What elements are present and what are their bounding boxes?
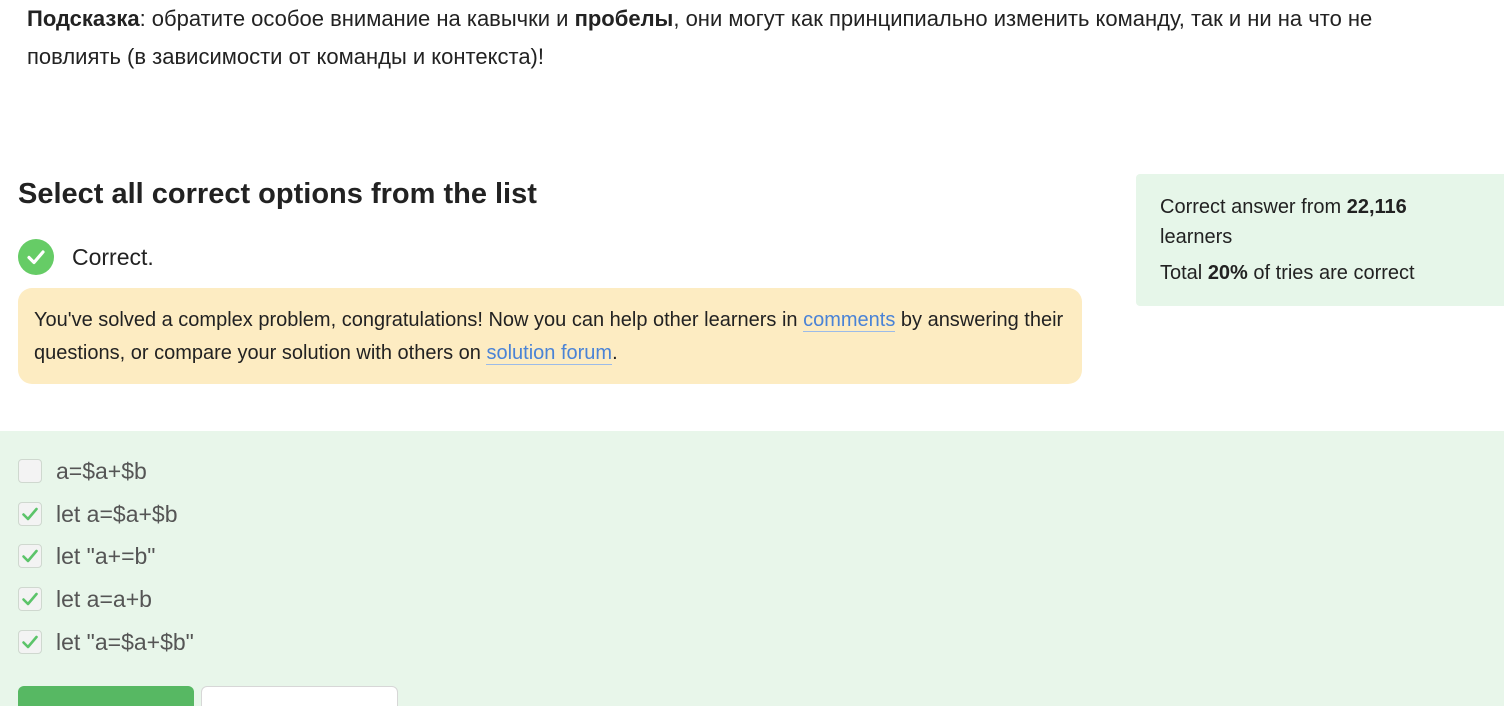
checkbox[interactable] — [18, 587, 42, 611]
secondary-button[interactable] — [201, 686, 398, 706]
checkbox[interactable] — [18, 630, 42, 654]
option-item[interactable]: a=$a+$b — [18, 456, 147, 486]
correct-percent: 20% — [1207, 262, 1248, 284]
hint-label: Подсказка — [27, 6, 140, 31]
option-label: let a=a+b — [56, 585, 152, 612]
congrats-message: You've solved a complex problem, congrat… — [18, 288, 1082, 384]
option-label: let a=$a+$b — [56, 500, 178, 527]
option-item[interactable]: let a=a+b — [18, 584, 152, 614]
option-label: let "a=$a+$b" — [56, 628, 194, 655]
hint-text-a: : обратите особое внимание на кавычки и — [139, 6, 575, 31]
stats-text: Correct answer from — [1160, 196, 1347, 218]
hint-paragraph: Подсказка: обратите особое внимание на к… — [27, 0, 1467, 76]
checkbox[interactable] — [18, 502, 42, 526]
stats-line-learners: Correct answer from 22,116 learners — [1160, 192, 1480, 252]
stats-text: Total — [1160, 262, 1208, 284]
page: Подсказка: обратите особое внимание на к… — [0, 0, 1504, 706]
stats-line-tries: Total 20% of tries are correct — [1160, 258, 1480, 288]
check-mark-icon — [22, 592, 38, 606]
check-mark-icon — [22, 635, 38, 649]
learners-count: 22,116 — [1346, 196, 1407, 218]
congrats-text-a: You've solved a complex problem, congrat… — [34, 309, 804, 331]
option-item[interactable]: let "a+=b" — [18, 541, 155, 571]
stats-text-learners: learners — [1160, 226, 1233, 248]
option-item[interactable]: let a=$a+$b — [18, 499, 178, 529]
checkbox[interactable] — [18, 544, 42, 568]
option-label: let "a+=b" — [56, 542, 156, 569]
status-text: Correct. — [72, 243, 154, 270]
option-label: a=$a+$b — [56, 457, 147, 484]
submit-button[interactable] — [18, 686, 194, 706]
stats-text: of tries are correct — [1247, 262, 1415, 284]
hint-emphasis: пробелы — [574, 6, 674, 31]
check-mark-icon — [22, 507, 38, 521]
congrats-text-c: . — [612, 342, 618, 364]
comments-link[interactable]: comments — [803, 309, 896, 332]
solution-forum-link[interactable]: solution forum — [486, 342, 613, 365]
check-circle-icon — [18, 239, 54, 275]
option-item[interactable]: let "a=$a+$b" — [18, 627, 194, 657]
status-row: Correct. — [18, 238, 154, 276]
quiz-title: Select all correct options from the list — [18, 178, 537, 210]
checkbox[interactable] — [18, 459, 42, 483]
check-mark-icon — [22, 549, 38, 563]
stats-card: Correct answer from 22,116 learners Total… — [1136, 174, 1504, 306]
options-panel — [0, 431, 1504, 706]
